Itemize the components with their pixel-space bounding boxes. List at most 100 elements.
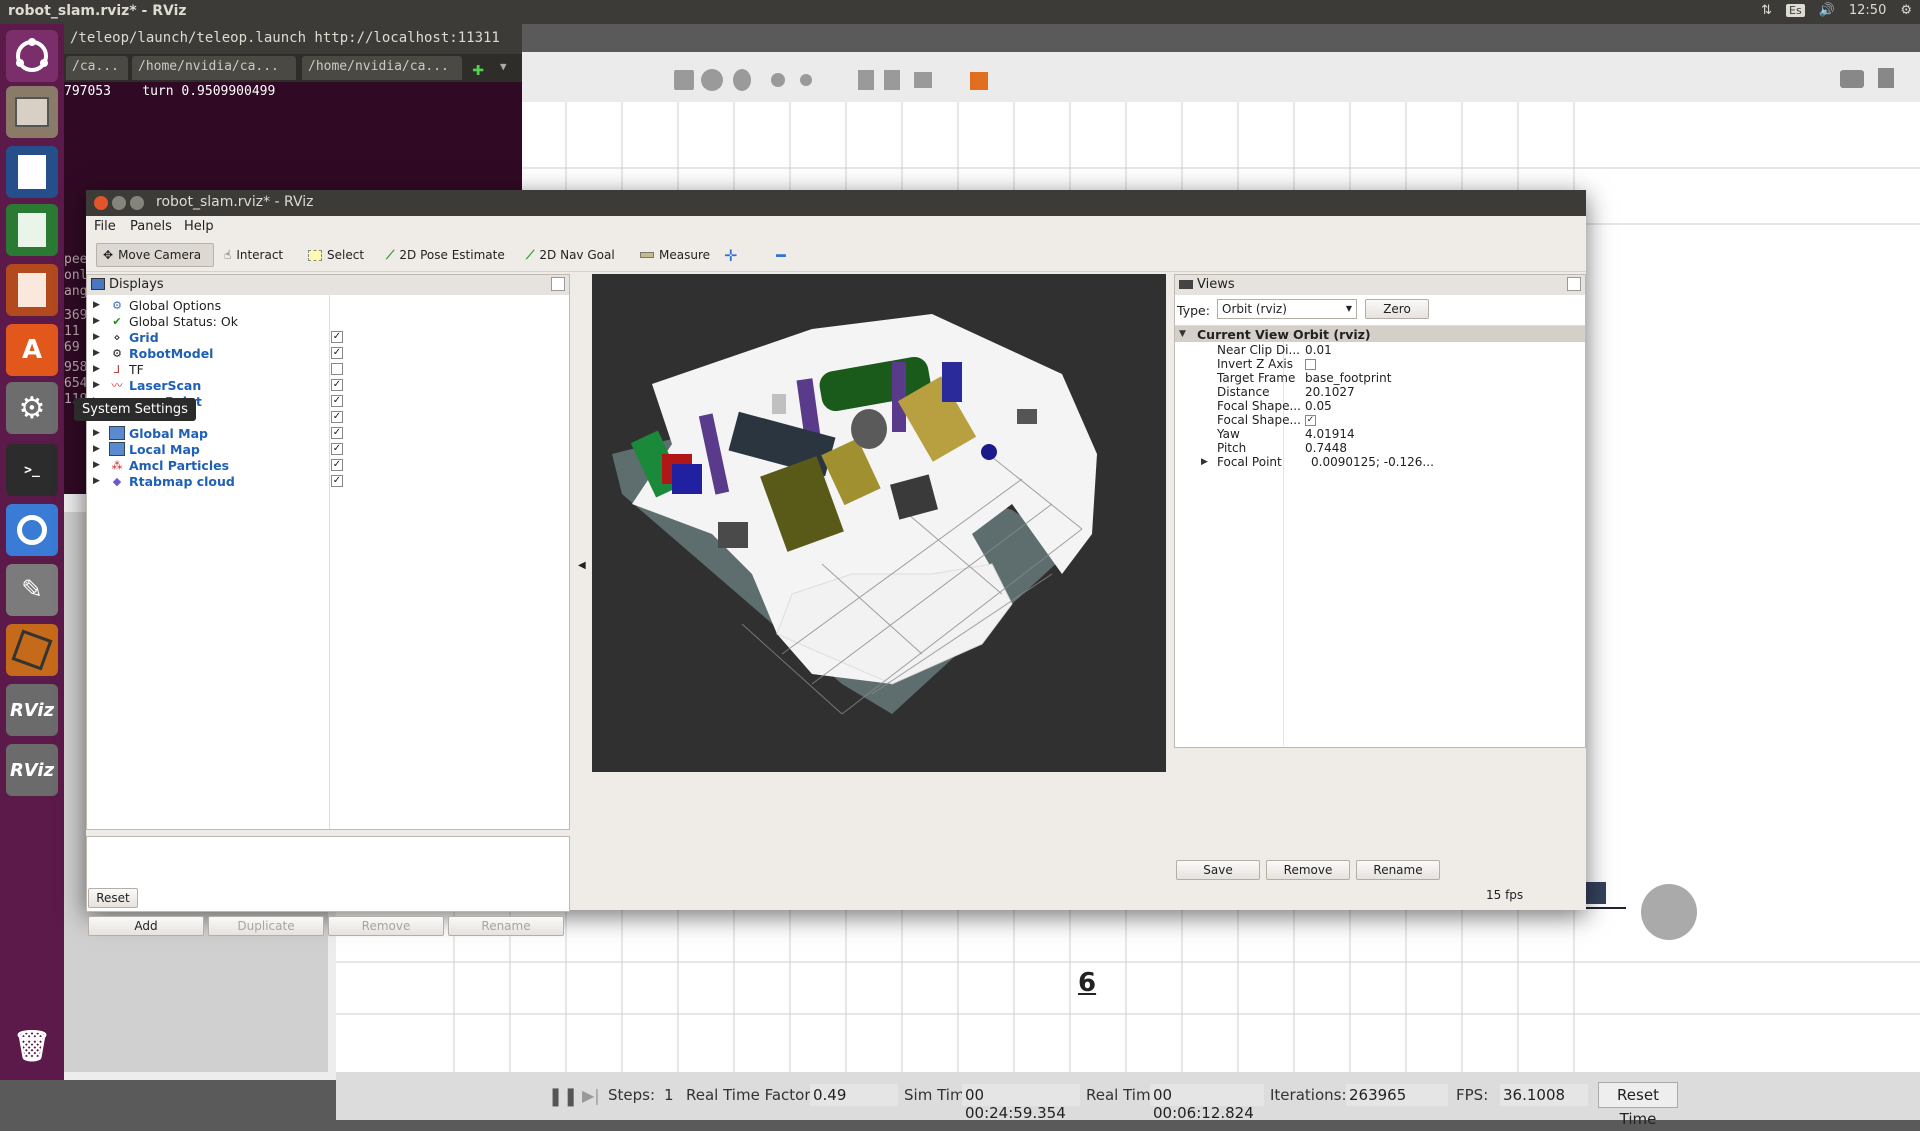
add-tool-icon[interactable]: ✛	[718, 243, 743, 267]
display-item-laserscan[interactable]: ▶ 〰 LaserScan	[87, 377, 201, 393]
interact-tool[interactable]: ☝ Interact	[218, 243, 289, 267]
point-checkbox[interactable]: ✓	[331, 395, 343, 407]
minimize-icon[interactable]	[112, 196, 126, 210]
writer-icon[interactable]	[6, 146, 58, 198]
files-icon[interactable]	[6, 86, 58, 138]
amcl-particles-checkbox[interactable]: ✓	[331, 459, 343, 471]
global-map-checkbox[interactable]: ✓	[331, 427, 343, 439]
collapse-left-icon[interactable]: ◀	[578, 560, 586, 571]
ubuntu-dash-icon[interactable]	[6, 30, 58, 82]
change-view-icon	[970, 72, 988, 90]
display-item-global-status[interactable]: ▶ ✔ Global Status: Ok	[87, 313, 238, 329]
terminal-tab[interactable]: /ca...	[66, 56, 128, 80]
rename-view-button[interactable]: Rename	[1356, 860, 1440, 880]
undock-icon[interactable]	[551, 277, 565, 291]
local-map-checkbox[interactable]: ✓	[331, 443, 343, 455]
system-tray: ⇅ Es 🔊 12:50 ⚙	[1761, 3, 1912, 18]
display-item-amcl-particles[interactable]: ▶ ⁂ Amcl Particles	[87, 457, 229, 473]
maximize-icon[interactable]	[130, 196, 144, 210]
iterations-label: Iterations:	[1270, 1086, 1347, 1104]
select-tool[interactable]: Select	[302, 243, 370, 267]
keyboard-indicator[interactable]: Es	[1786, 4, 1805, 17]
zero-button[interactable]: Zero	[1365, 299, 1429, 319]
pause-icon[interactable]: ❚❚	[548, 1086, 578, 1107]
menu-help[interactable]: Help	[184, 219, 214, 234]
software-center-icon[interactable]: A	[6, 324, 58, 376]
clock[interactable]: 12:50	[1849, 3, 1886, 18]
measure-tool[interactable]: Measure	[634, 243, 716, 267]
menubar: File Panels Help	[86, 216, 1586, 238]
remove-display-button[interactable]: Remove	[328, 916, 444, 936]
terminal-icon[interactable]: >_	[6, 444, 58, 496]
display-item-robotmodel[interactable]: ▶ ⚙ RobotModel	[87, 345, 213, 361]
focal-shape-checkbox[interactable]: ✓	[1305, 414, 1316, 426]
step-icon[interactable]: ▶|	[582, 1086, 600, 1105]
display-item-local-map[interactable]: ▶ Local Map	[87, 441, 200, 457]
system-settings-icon[interactable]: ⚙	[6, 382, 58, 434]
laserscan-checkbox[interactable]: ✓	[331, 379, 343, 391]
impress-icon[interactable]	[6, 264, 58, 316]
rtf-label: Real Time Factor:	[686, 1086, 816, 1104]
robotmodel-checkbox[interactable]: ✓	[331, 347, 343, 359]
view-properties: ▼ Current View Orbit (rviz) Near Clip Di…	[1175, 325, 1585, 746]
view-type-dropdown[interactable]: Orbit (rviz) ▼	[1217, 299, 1357, 319]
sphere-icon	[701, 69, 723, 91]
remove-view-button[interactable]: Remove	[1266, 860, 1350, 880]
undock-icon[interactable]	[1567, 277, 1581, 291]
pose-estimate-tool[interactable]: ⟋ 2D Pose Estimate	[380, 243, 511, 267]
display-item-global-options[interactable]: ▶ ⚙ Global Options	[87, 297, 221, 313]
duplicate-display-button[interactable]: Duplicate	[208, 916, 324, 936]
nav-goal-tool[interactable]: ⟋ 2D Nav Goal	[520, 243, 621, 267]
grid-icon: ⋄	[113, 330, 121, 344]
rtabmap-cloud-checkbox[interactable]: ✓	[331, 475, 343, 487]
add-display-button[interactable]: Add	[88, 916, 204, 936]
sim-time-value: 00 00:24:59.354	[962, 1084, 1080, 1122]
tab-menu-icon[interactable]: ▼	[500, 60, 507, 73]
display-item-grid[interactable]: ▶ ⋄ Grid	[87, 329, 159, 345]
new-tab-icon[interactable]: ✚	[472, 56, 484, 80]
display-item-rtabmap-cloud[interactable]: ▶ ◆ Rtabmap cloud	[87, 473, 235, 489]
view-type-label: Type:	[1177, 303, 1210, 318]
display-item-tf[interactable]: ▶ ⅃ TF	[87, 361, 144, 377]
prop-focal-point[interactable]: ▶ Focal Point 0.0090125; -0.126...	[1201, 454, 1434, 470]
prop-current-view[interactable]: ▼ Current View Orbit (rviz)	[1175, 326, 1585, 342]
gear-icon[interactable]: ⚙	[1900, 3, 1912, 18]
record-icon	[1878, 68, 1894, 88]
steps-label: Steps:	[608, 1086, 656, 1104]
rename-display-button[interactable]: Rename	[448, 916, 564, 936]
rviz-icon[interactable]: RViz	[6, 684, 58, 736]
close-icon[interactable]	[94, 196, 108, 210]
grid-checkbox[interactable]: ✓	[331, 331, 343, 343]
laser-icon: 〰	[111, 379, 123, 392]
real-time-value: 00 00:06:12.824	[1150, 1084, 1264, 1122]
gazebo-icon[interactable]	[6, 624, 58, 676]
tf-checkbox[interactable]	[331, 363, 343, 375]
volume-icon[interactable]: 🔊	[1819, 3, 1835, 18]
invert-z-checkbox[interactable]	[1305, 358, 1316, 370]
rviz-icon[interactable]: RViz	[6, 744, 58, 796]
rviz-window: robot_slam.rviz* - RViz File Panels Help…	[86, 190, 1586, 936]
steps-value[interactable]: 1	[664, 1086, 674, 1104]
calc-icon[interactable]	[6, 204, 58, 256]
3d-viewport[interactable]	[592, 274, 1166, 772]
display-item-global-map[interactable]: ▶ Global Map	[87, 425, 208, 441]
trash-icon[interactable]: 🗑	[6, 1020, 58, 1072]
terminal-tab[interactable]: /home/nvidia/ca...	[302, 56, 462, 80]
reset-button[interactable]: Reset	[88, 888, 138, 908]
select-icon	[308, 249, 322, 261]
network-icon[interactable]: ⇅	[1761, 3, 1772, 18]
terminal-tab[interactable]: /home/nvidia/ca...	[132, 56, 296, 80]
reset-time-button[interactable]: Reset Time	[1598, 1082, 1678, 1128]
remove-tool-icon[interactable]: ━	[770, 243, 792, 267]
text-editor-icon[interactable]: ✎	[6, 564, 58, 616]
gazebo-sphere-model	[1641, 884, 1697, 940]
rviz-title: robot_slam.rviz* - RViz	[156, 194, 314, 210]
move-camera-tool[interactable]: ✥ Move Camera	[96, 243, 214, 267]
save-view-button[interactable]: Save	[1176, 860, 1260, 880]
menu-file[interactable]: File	[94, 219, 116, 234]
chromium-icon[interactable]	[6, 504, 58, 556]
hidden-display-checkbox[interactable]: ✓	[331, 411, 343, 423]
menu-panels[interactable]: Panels	[130, 219, 172, 234]
gazebo-toolbar	[522, 52, 1920, 108]
displays-panel: Displays ▶ ⚙ Global Options ▶ ✔ Global Statu…	[86, 274, 570, 830]
